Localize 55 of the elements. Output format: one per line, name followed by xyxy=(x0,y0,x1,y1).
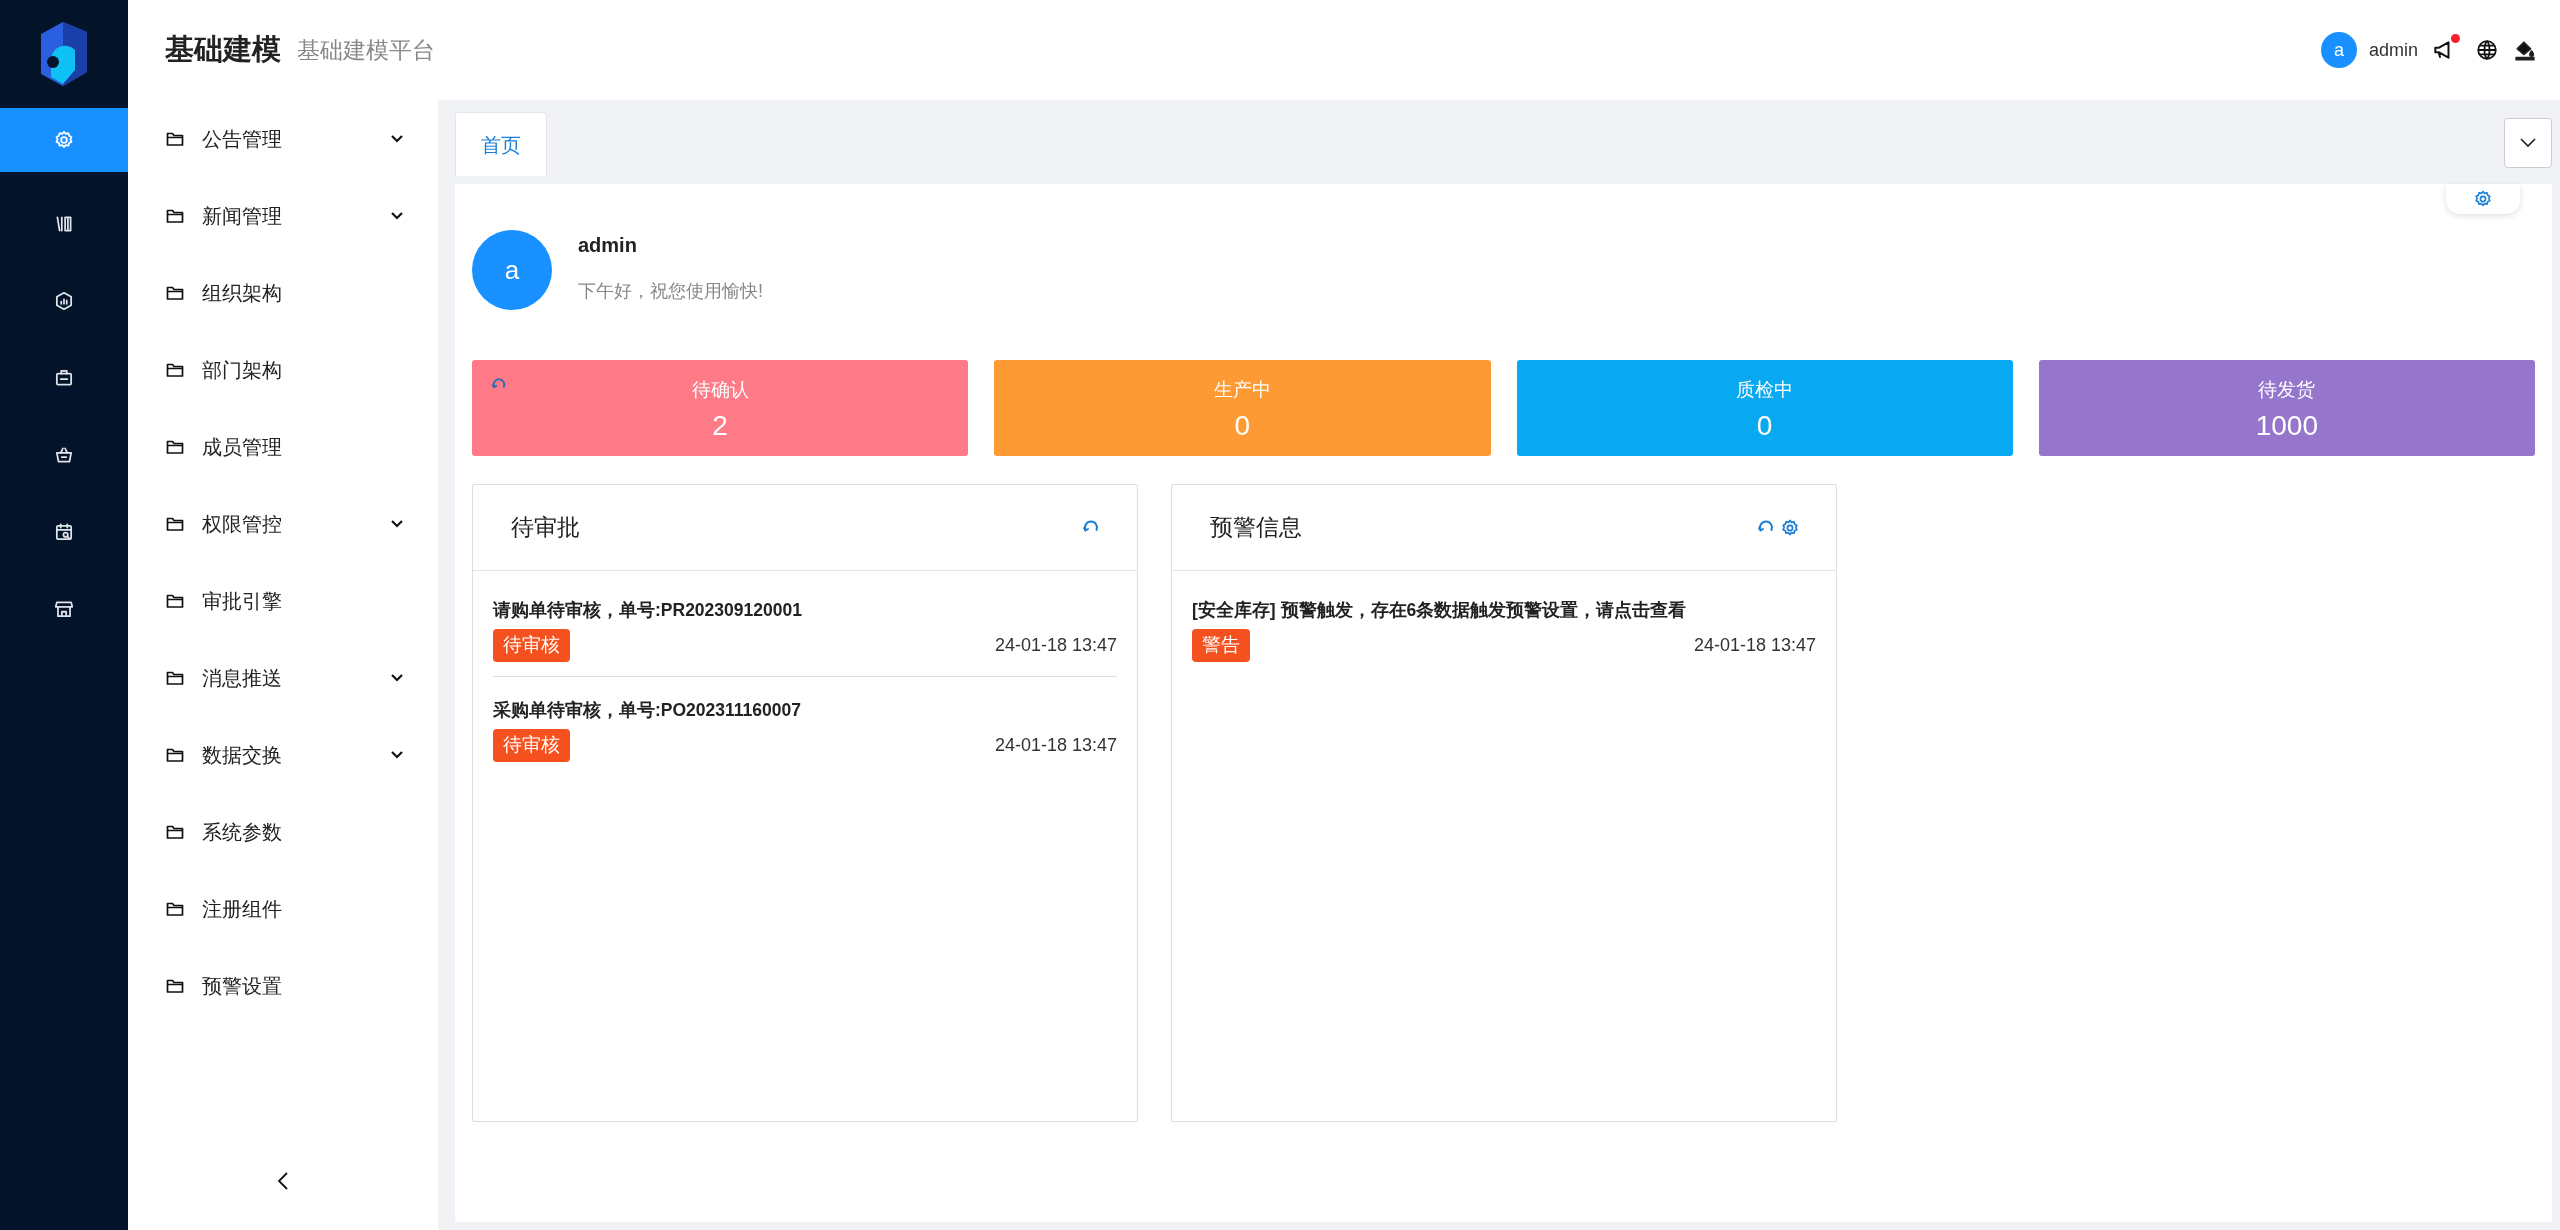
status-label: 待发货 xyxy=(2258,379,2316,400)
status-label: 待确认 xyxy=(691,379,749,400)
settings-icon xyxy=(1780,517,1800,538)
folder-icon xyxy=(166,207,184,224)
profile-name: admin xyxy=(578,232,638,258)
chart-icon xyxy=(53,289,75,312)
calendar-icon xyxy=(53,520,75,543)
language-button[interactable] xyxy=(2476,39,2498,61)
status-tag: 警告 xyxy=(1192,629,1250,662)
notification-button[interactable] xyxy=(2432,34,2460,61)
notice-text[interactable]: 采购单待审核，单号:PO202311160007 xyxy=(493,696,1117,723)
folder-icon xyxy=(166,977,184,994)
notice-text[interactable]: [安全库存] 预警触发，存在6条数据触发预警设置，请点击查看 xyxy=(1192,597,1816,624)
settings-icon xyxy=(2473,189,2493,209)
app-title: 基础建模 xyxy=(165,32,281,68)
folder-icon xyxy=(166,130,184,147)
status-card[interactable]: 待发货 1000 xyxy=(2038,360,2535,456)
folder-icon xyxy=(166,669,184,686)
folder-icon xyxy=(166,515,184,532)
folder-icon xyxy=(166,900,184,917)
panel-title: 待审批 xyxy=(511,513,580,543)
folder-icon xyxy=(166,284,184,301)
panel-title: 预警信息 xyxy=(1210,513,1302,543)
status-tag: 待审核 xyxy=(493,729,570,762)
globe-icon xyxy=(2476,39,2498,61)
chevron-left-icon xyxy=(277,1170,289,1191)
notice-text[interactable]: 请购单待审核，单号:PR202309120001 xyxy=(493,597,1117,624)
status-count: 0 xyxy=(1756,409,1773,441)
status-label: 质检中 xyxy=(1736,379,1794,400)
folder-icon xyxy=(166,823,184,840)
nav-rail-item[interactable] xyxy=(0,108,128,172)
folder-icon xyxy=(166,361,184,378)
chevron-down-icon xyxy=(2519,137,2537,149)
theme-button[interactable] xyxy=(2514,39,2536,61)
status-count: 1000 xyxy=(2255,409,2318,441)
tabs-dropdown-button[interactable] xyxy=(2504,118,2552,168)
status-tag: 待审核 xyxy=(493,629,570,662)
paint-bucket-icon xyxy=(2514,39,2536,61)
app-subtitle: 基础建模平台 xyxy=(297,35,435,65)
status-count: 2 xyxy=(712,409,728,441)
greeting-text: 下午好，祝您使用愉快! xyxy=(578,279,763,303)
folder-icon xyxy=(166,438,184,455)
date-text: 24-01-18 13:47 xyxy=(994,733,1117,757)
date-text: 24-01-18 13:47 xyxy=(1693,634,1816,657)
status-label: 生产中 xyxy=(1213,379,1271,400)
folder-icon xyxy=(166,592,184,609)
date-text: 24-01-18 13:47 xyxy=(994,634,1117,657)
gear-icon xyxy=(53,129,75,151)
settings-button[interactable] xyxy=(2446,184,2520,214)
status-count: 0 xyxy=(1234,409,1251,441)
user-avatar: a xyxy=(472,230,552,310)
user-name[interactable]: admin xyxy=(2368,36,2418,64)
settings-button[interactable] xyxy=(1780,517,1800,538)
tab[interactable]: 首页 xyxy=(455,112,547,176)
folder-icon xyxy=(166,746,184,763)
